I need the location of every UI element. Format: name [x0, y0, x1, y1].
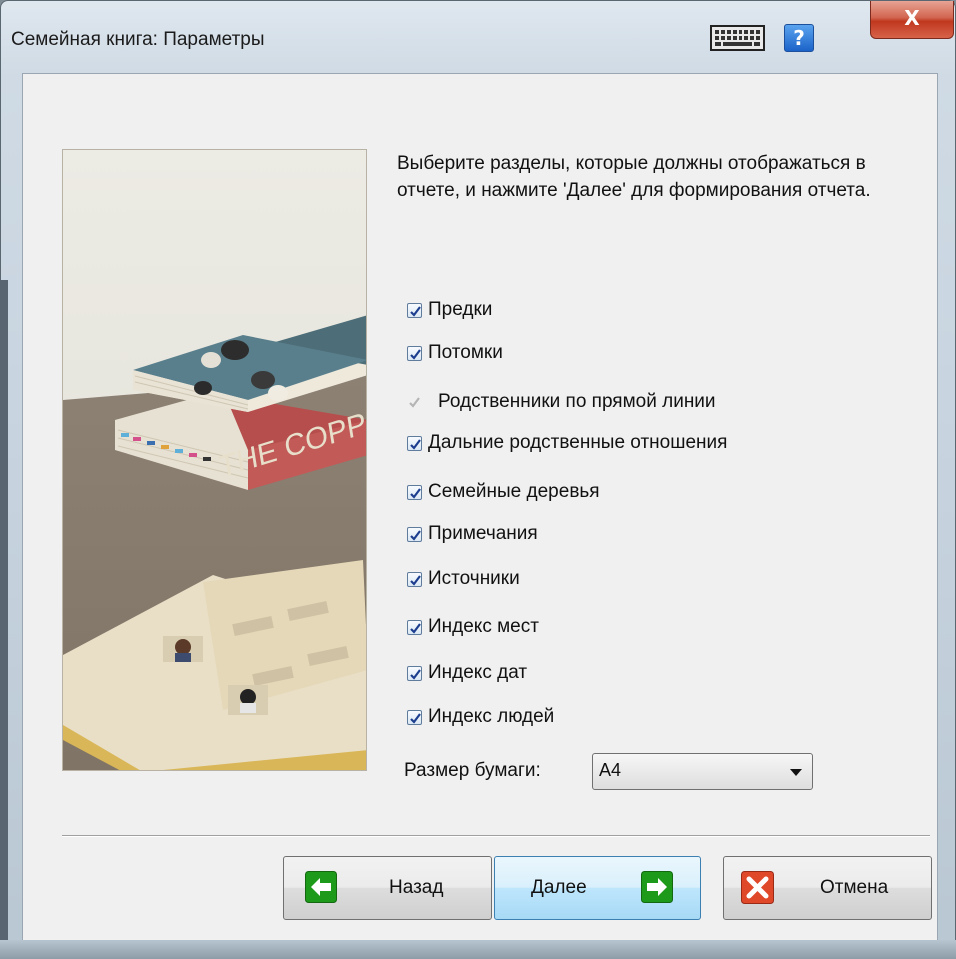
- cancel-x-icon: [741, 871, 774, 904]
- window-left-edge: [0, 280, 8, 940]
- paper-size-dropdown[interactable]: A4: [592, 753, 813, 790]
- checkbox-checked-icon[interactable]: [407, 709, 422, 725]
- section-checkbox-option[interactable]: Индекс мест: [407, 614, 539, 640]
- checkbox-label: Индекс дат: [428, 662, 528, 683]
- family-book-illustration: THE COPP: [62, 149, 367, 771]
- paper-size-value: A4: [599, 760, 622, 780]
- checkbox-checked-icon[interactable]: [407, 302, 422, 318]
- checkbox-checked-icon[interactable]: [407, 435, 422, 451]
- checkbox-label: Источники: [428, 568, 520, 589]
- checkbox-checked-icon[interactable]: [407, 619, 422, 635]
- checkbox-label: Примечания: [428, 523, 538, 544]
- close-button[interactable]: X: [870, 1, 954, 39]
- checkbox-label: Индекс мест: [428, 616, 539, 637]
- checkbox-label: Предки: [428, 299, 493, 320]
- keyboard-icon[interactable]: [710, 25, 765, 51]
- window-bottom-edge: [0, 940, 956, 959]
- checkbox-label: Дальние родственные отношения: [428, 432, 728, 453]
- checkbox-checked-icon[interactable]: [407, 345, 422, 361]
- section-checkbox-option[interactable]: Предки: [407, 297, 492, 323]
- paper-size-label: Размер бумаги:: [404, 760, 541, 781]
- arrow-right-icon: [641, 871, 673, 903]
- arrow-left-icon: [305, 871, 337, 903]
- checkbox-label: Семейные деревья: [428, 481, 600, 502]
- checkbox-checked-icon[interactable]: [407, 665, 422, 681]
- help-icon[interactable]: ?: [784, 24, 814, 52]
- checkbox-checked-icon[interactable]: [407, 526, 422, 542]
- section-checkbox-option[interactable]: Источники: [407, 566, 520, 592]
- checkbox-label: Родственники по прямой линии: [438, 391, 716, 412]
- checkbox-checked-icon: [407, 395, 422, 410]
- cancel-button[interactable]: Отмена: [723, 856, 932, 920]
- window-title: Семейная книга: Параметры: [11, 29, 265, 50]
- section-checkbox-option[interactable]: Семейные деревья: [407, 479, 600, 505]
- back-button-label: Назад: [389, 877, 444, 898]
- section-checkbox-option[interactable]: Индекс людей: [407, 704, 554, 730]
- checkbox-label: Индекс людей: [428, 706, 555, 727]
- instruction-text: Выберите разделы, которые должны отображ…: [397, 153, 871, 201]
- next-button-label: Далее: [531, 877, 587, 898]
- next-button[interactable]: Далее: [494, 856, 701, 920]
- section-checkbox-option[interactable]: Примечания: [407, 521, 538, 547]
- checkbox-label: Потомки: [428, 342, 503, 363]
- chevron-down-icon: [790, 769, 802, 776]
- checkbox-checked-icon[interactable]: [407, 571, 422, 587]
- section-checkbox-option: Родственники по прямой линии: [407, 389, 716, 415]
- cancel-button-label: Отмена: [820, 877, 889, 898]
- section-checkbox-option[interactable]: Дальние родственные отношения: [407, 430, 727, 456]
- button-separator: [62, 835, 930, 837]
- section-checkbox-option[interactable]: Потомки: [407, 340, 503, 366]
- section-checkbox-option[interactable]: Индекс дат: [407, 660, 527, 686]
- title-bar[interactable]: Семейная книга: Параметры ? X: [1, 1, 956, 73]
- checkbox-checked-icon[interactable]: [407, 484, 422, 500]
- back-button[interactable]: Назад: [283, 856, 492, 920]
